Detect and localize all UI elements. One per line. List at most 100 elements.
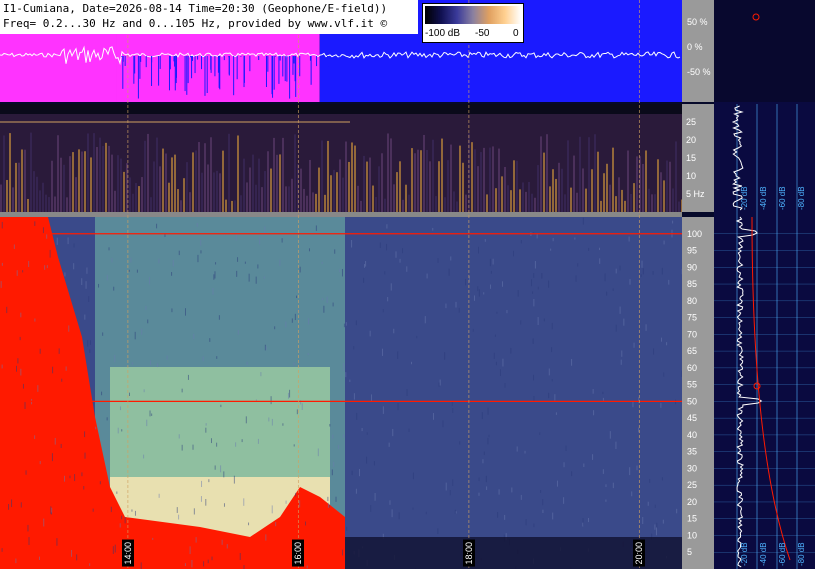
spectrogram-low-column xyxy=(201,172,203,212)
spectrogram-high-noise xyxy=(555,412,557,415)
spectrogram-high-noise xyxy=(74,474,76,482)
spectrogram-low-column xyxy=(639,156,641,212)
spectrogram-high-noise xyxy=(101,391,103,396)
spectrogram-high-noise xyxy=(265,534,267,541)
spectrogram-high-noise xyxy=(647,501,649,506)
spectrogram-high-noise xyxy=(349,379,351,382)
spectrogram-high-noise xyxy=(149,410,151,417)
spectrogram-low-column xyxy=(396,172,398,212)
spectrogram-high-noise xyxy=(534,261,536,269)
spectrogram-high-noise xyxy=(533,374,535,381)
spectrogram-high-noise xyxy=(321,261,323,264)
spectrogram-low-column xyxy=(558,162,560,212)
spectrogram-low-column xyxy=(240,195,242,212)
spectrogram-high-noise xyxy=(496,311,498,314)
spectrogram-low-column xyxy=(360,200,362,212)
spectrogram-high-noise xyxy=(264,226,266,234)
spectrogram-high-noise xyxy=(151,413,153,416)
spectrogram-high-noise xyxy=(201,480,203,488)
spectrogram-low-column xyxy=(486,194,488,212)
spectrogram-low-column xyxy=(570,187,572,212)
spectrogram-high-noise xyxy=(279,259,281,266)
spectrogram-high-noise xyxy=(140,562,142,569)
spectrogram-high-noise xyxy=(81,472,83,477)
spectrogram-high-noise xyxy=(492,258,494,265)
spectrogram-low-column xyxy=(108,145,110,212)
spectrogram-high-noise xyxy=(552,237,554,242)
spectrogram-low-column xyxy=(195,150,197,212)
spectrogram-high-noise xyxy=(223,471,225,478)
spectrogram-high-noise xyxy=(184,563,186,567)
spectrogram-high-noise xyxy=(676,508,678,514)
spectrogram-low-column xyxy=(414,153,416,212)
spectrogram-high-noise xyxy=(548,368,550,376)
spectrogram-low-column xyxy=(234,200,236,212)
spectrogram-high-noise xyxy=(150,360,152,365)
spectrogram-low-column xyxy=(663,180,665,212)
spectrogram-high-noise xyxy=(571,471,573,477)
spectrogram-high-noise xyxy=(335,496,337,502)
spectrogram-high-noise xyxy=(599,258,601,264)
spectrogram-low-column xyxy=(450,144,452,212)
spectrogram-low-column xyxy=(96,146,98,212)
spectrogram-high-noise xyxy=(408,428,410,432)
spectrogram-high-noise xyxy=(145,305,147,310)
spectrogram-high-noise xyxy=(257,264,259,269)
spectrogram-high-noise xyxy=(114,354,116,363)
spectrogram-low-column xyxy=(255,184,257,212)
spectrogram-high-noise xyxy=(351,239,353,248)
side-tick-label-low: -80 dB xyxy=(797,186,806,210)
spectrogram-high-noise xyxy=(49,249,51,258)
spectrogram-high-noise xyxy=(260,372,262,377)
spectrogram-low-column xyxy=(291,178,293,212)
spectrogram-low-column xyxy=(630,193,632,212)
spectrogram-high-noise xyxy=(638,427,640,433)
spectrogram-high-noise xyxy=(551,347,553,353)
spectrogram-low-column xyxy=(186,162,188,212)
spectrogram-high-noise xyxy=(499,369,501,377)
spectrogram-high-noise xyxy=(87,340,89,347)
spectrogram-high-noise xyxy=(412,472,414,480)
spectrogram-high-noise xyxy=(504,382,506,388)
spectrogram-high-noise xyxy=(1,364,3,369)
spectrogram-low-column xyxy=(567,140,569,212)
spectrogram-high-noise xyxy=(379,242,381,249)
spectrogram-high-noise xyxy=(631,491,633,497)
spectrogram-low-column xyxy=(564,194,566,212)
spectrogram-high-noise xyxy=(542,499,544,506)
spectrogram-high-noise xyxy=(533,523,535,528)
spectrogram-low-column xyxy=(153,161,155,212)
spectrogram-high-noise xyxy=(192,444,194,450)
spectrogram-high-noise xyxy=(185,308,187,316)
spectrogram-high-noise xyxy=(612,288,614,291)
spectrogram-high-noise xyxy=(672,220,674,224)
spectrogram-low-column xyxy=(657,159,659,212)
spectrogram-high-noise xyxy=(552,512,554,520)
spectrogram-high-tick-label: 80 xyxy=(687,296,697,306)
spectrogram-high-noise xyxy=(663,372,665,377)
side-top-background xyxy=(714,0,815,102)
spectrogram-high-noise xyxy=(543,318,545,322)
spectrogram-high-noise xyxy=(294,313,296,321)
spectrogram-high-noise xyxy=(374,492,376,501)
spectrogram-high-noise xyxy=(641,260,643,268)
spectrogram-low-column xyxy=(246,182,248,212)
spectrogram-low-column xyxy=(147,133,149,212)
spectrogram-high-noise xyxy=(235,234,237,241)
spectrogram-high-noise xyxy=(411,361,413,365)
spectrogram-high-tick-label: 25 xyxy=(687,480,697,490)
spectrogram-high-noise xyxy=(494,334,496,337)
spectrogram-high-noise xyxy=(574,237,576,240)
spectrogram-low-column xyxy=(144,140,146,212)
spectrogram-high-noise xyxy=(358,468,360,477)
spectrogram-high-noise xyxy=(406,266,408,272)
spectrogram-low-column xyxy=(465,194,467,212)
spectrogram-high-noise xyxy=(654,504,656,508)
colorbar-label-mid: -50 xyxy=(475,28,490,39)
spectrogram-high-noise xyxy=(20,368,22,376)
spectrogram-high-noise xyxy=(143,389,145,393)
spectrogram-high-noise xyxy=(81,278,83,285)
spectrogram-high-noise xyxy=(111,257,113,263)
spectrogram-low-column xyxy=(675,141,677,212)
spectrogram-low-column xyxy=(213,172,215,212)
